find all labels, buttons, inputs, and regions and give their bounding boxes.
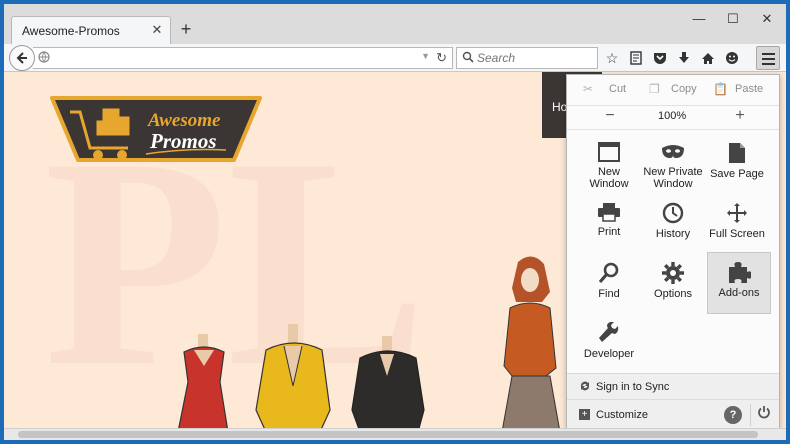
logo-graphic: Awesome Promos — [50, 96, 262, 162]
url-dropdown-icon[interactable]: ▼ — [421, 51, 430, 61]
item-label: Developer — [583, 348, 635, 360]
item-label: Print — [597, 226, 621, 238]
cut-button[interactable]: Cut — [609, 83, 626, 95]
item-label: Options — [654, 288, 692, 300]
item-label: Find — [598, 288, 620, 300]
options-button[interactable]: Options — [641, 254, 705, 316]
printer-icon — [598, 203, 620, 222]
item-label: History — [655, 228, 691, 240]
sign-in-to-sync-button[interactable]: Sign in to Sync — [567, 374, 779, 400]
footer-divider — [750, 404, 751, 426]
firefox-menu-panel: ✂ Cut ❐ Copy 📋 Paste − 100% + New Window… — [566, 74, 780, 429]
horizontal-scrollbar[interactable] — [4, 428, 786, 440]
menu-footer: Sign in to Sync + Customize ? — [567, 373, 779, 429]
new-window-button[interactable]: New Window — [577, 134, 641, 196]
zoom-out-button[interactable]: − — [595, 108, 625, 126]
copy-icon: ❐ — [649, 82, 660, 96]
zoom-in-button[interactable]: + — [725, 108, 755, 126]
browser-window: Awesome-Promos ✕ + — ☐ ✕ ▼ ↻ ☆ — [4, 4, 786, 440]
customize-plus-icon: + — [579, 409, 590, 420]
clock-icon — [662, 202, 684, 224]
customize-button[interactable]: Customize — [596, 409, 648, 421]
back-button[interactable] — [9, 45, 35, 71]
item-label: New Window — [589, 166, 629, 190]
menu-icon-line — [762, 53, 775, 55]
minimize-button[interactable]: — — [684, 8, 714, 30]
edit-controls: ✂ Cut ❐ Copy 📋 Paste — [567, 75, 779, 105]
mannequin-yellow-jacket — [255, 324, 331, 428]
mannequin-red-dress — [178, 334, 228, 428]
globe-icon — [38, 51, 52, 65]
save-page-icon — [729, 143, 745, 163]
search-input[interactable] — [477, 50, 592, 66]
new-tab-button[interactable]: + — [176, 20, 196, 40]
url-bar[interactable]: ▼ ↻ — [33, 47, 453, 69]
woman-illustration — [502, 256, 560, 428]
full-screen-button[interactable]: Full Screen — [705, 194, 769, 256]
find-button[interactable]: Find — [577, 254, 641, 316]
download-icon[interactable] — [674, 48, 694, 68]
item-label: Full Screen — [709, 228, 765, 240]
item-label-line: Window — [653, 178, 693, 190]
cut-icon: ✂ — [583, 82, 594, 96]
tab-title: Awesome-Promos — [22, 24, 120, 38]
menu-icon-line — [762, 63, 775, 65]
hello-icon[interactable] — [722, 48, 742, 68]
pocket-icon[interactable] — [650, 48, 670, 68]
menu-button[interactable] — [756, 46, 780, 70]
mannequin-black-jacket — [351, 336, 425, 428]
puzzle-icon — [729, 262, 751, 283]
sign-in-to-sync-label: Sign in to Sync — [596, 381, 670, 393]
new-private-window-button[interactable]: New Private Window — [641, 134, 705, 196]
private-mask-icon — [662, 145, 684, 158]
navigation-bar: ▼ ↻ ☆ — [4, 44, 786, 72]
item-label: Add-ons — [718, 287, 760, 299]
scrollbar-thumb[interactable] — [18, 431, 758, 438]
awesome-promos-logo[interactable]: Awesome Promos — [46, 92, 266, 174]
home-icon[interactable] — [698, 48, 718, 68]
copy-button[interactable]: Copy — [671, 83, 697, 95]
tab-awesome-promos[interactable]: Awesome-Promos ✕ — [11, 16, 171, 44]
wrench-icon — [599, 322, 619, 342]
paste-icon: 📋 — [713, 82, 728, 96]
reading-list-icon[interactable] — [626, 48, 646, 68]
tab-close-icon[interactable]: ✕ — [150, 23, 164, 37]
sync-icon — [579, 380, 591, 395]
maximize-button[interactable]: ☐ — [718, 8, 748, 30]
paste-button[interactable]: Paste — [735, 83, 763, 95]
new-window-icon — [598, 142, 620, 162]
tab-bar: Awesome-Promos ✕ + — ☐ ✕ — [4, 4, 786, 44]
fullscreen-icon — [727, 203, 747, 223]
zoom-controls: − 100% + — [567, 105, 779, 127]
item-label-line: New Private — [643, 166, 703, 178]
search-bar[interactable] — [456, 47, 598, 69]
close-window-button[interactable]: ✕ — [752, 8, 782, 30]
history-button[interactable]: History — [641, 194, 705, 256]
customize-row: + Customize ? — [567, 400, 779, 430]
item-label: New Private Window — [641, 166, 705, 190]
add-ons-button[interactable]: Add-ons — [707, 252, 771, 314]
logo-text-awesome: Awesome — [147, 110, 221, 131]
menu-icon-line — [762, 58, 775, 60]
search-icon — [462, 51, 474, 66]
zoom-level[interactable]: 100% — [658, 110, 686, 122]
menu-grid: New Window New Private Window Save Page P… — [567, 129, 779, 377]
save-page-button[interactable]: Save Page — [705, 134, 769, 196]
item-label: Save Page — [710, 168, 764, 180]
developer-button[interactable]: Developer — [577, 314, 641, 376]
gear-icon — [662, 262, 684, 284]
help-icon[interactable]: ? — [724, 406, 742, 424]
magnifier-icon — [598, 262, 619, 284]
quit-power-icon[interactable] — [757, 405, 771, 422]
bookmark-star-icon[interactable]: ☆ — [602, 48, 622, 68]
reload-icon[interactable]: ↻ — [436, 50, 447, 66]
print-button[interactable]: Print — [577, 194, 641, 256]
